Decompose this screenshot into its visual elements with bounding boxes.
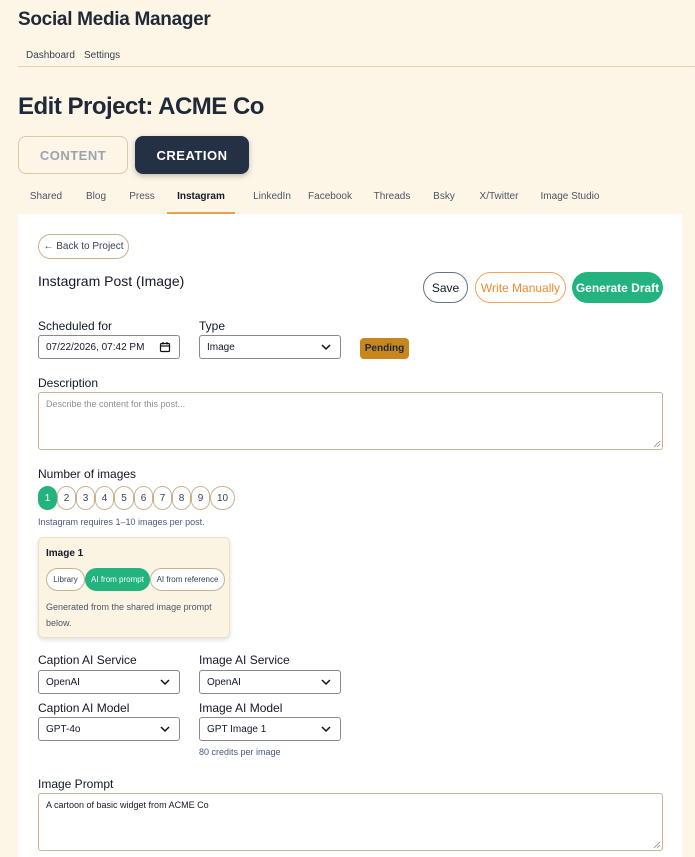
write-manually-button[interactable]: Write Manually [475, 272, 566, 303]
scheduled-label: Scheduled for [38, 319, 113, 333]
mode-creation-button[interactable]: CREATION [135, 136, 249, 174]
image-count-3[interactable]: 3 [76, 486, 95, 510]
caption-service-label: Caption AI Service [38, 653, 137, 667]
tab-facebook[interactable]: Facebook [305, 185, 355, 214]
caption-service-select[interactable]: OpenAI [38, 670, 180, 694]
chevron-down-icon [321, 726, 331, 733]
image-count-10[interactable]: 10 [210, 486, 235, 510]
post-title: Instagram Post (Image) [38, 273, 185, 289]
image-count-2[interactable]: 2 [57, 486, 76, 510]
chevron-down-icon [321, 679, 331, 686]
description-placeholder: Describe the content for this post... [46, 399, 186, 409]
nav-dashboard[interactable]: Dashboard [26, 50, 75, 61]
image-card: Image 1 Library AI from prompt AI from r… [38, 537, 230, 638]
image-count-8[interactable]: 8 [172, 486, 191, 510]
image-service-select[interactable]: OpenAI [199, 670, 341, 694]
source-ai-prompt-button[interactable]: AI from prompt [85, 568, 150, 591]
image-count-9[interactable]: 9 [191, 486, 210, 510]
tab-shared[interactable]: Shared [18, 185, 74, 214]
resize-handle-icon[interactable] [653, 841, 661, 849]
platform-tabs: Shared Blog Press Instagram LinkedIn Fac… [18, 185, 678, 214]
description-textarea[interactable]: Describe the content for this post... [38, 392, 663, 450]
tab-linkedin[interactable]: LinkedIn [243, 185, 301, 214]
image-count-6[interactable]: 6 [134, 486, 153, 510]
image-count-5[interactable]: 5 [114, 486, 134, 510]
chevron-down-icon [160, 726, 170, 733]
caption-model-label: Caption AI Model [38, 701, 130, 715]
calendar-icon[interactable] [159, 341, 171, 353]
image-model-select[interactable]: GPT Image 1 [199, 717, 341, 741]
tab-threads[interactable]: Threads [370, 185, 414, 214]
top-nav: Dashboard Settings [18, 45, 695, 67]
chevron-down-icon [321, 344, 331, 351]
tab-press[interactable]: Press [122, 185, 162, 214]
page-title: Edit Project: ACME Co [18, 93, 264, 120]
tab-instagram[interactable]: Instagram [167, 185, 235, 214]
status-badge: Pending [360, 338, 409, 359]
caption-model-select[interactable]: GPT-4o [38, 717, 180, 741]
nav-settings[interactable]: Settings [84, 50, 120, 61]
image-service-value: OpenAI [207, 676, 241, 688]
image-model-hint: 80 credits per image [199, 747, 281, 757]
app-title: Social Media Manager [18, 9, 211, 30]
scheduled-datetime-input[interactable]: 07/22/2026, 07:42 PM [38, 335, 180, 359]
back-to-project-button[interactable]: ← Back to Project [38, 234, 129, 259]
image-prompt-textarea[interactable]: A cartoon of basic widget from ACME Co [38, 793, 663, 851]
description-label: Description [38, 376, 99, 390]
image-count-4[interactable]: 4 [95, 486, 114, 510]
image-model-value: GPT Image 1 [207, 723, 267, 735]
image-card-note: Generated from the shared image prompt b… [46, 602, 212, 628]
image-count-7[interactable]: 7 [153, 486, 172, 510]
image-service-label: Image AI Service [199, 653, 290, 667]
caption-service-value: OpenAI [46, 676, 80, 688]
tab-blog[interactable]: Blog [77, 185, 115, 214]
image-prompt-label: Image Prompt [38, 777, 114, 791]
caption-model-value: GPT-4o [46, 723, 81, 735]
save-button[interactable]: Save [423, 272, 468, 303]
type-select[interactable]: Image [199, 335, 341, 359]
image-prompt-value: A cartoon of basic widget from ACME Co [46, 800, 209, 810]
editor-panel [18, 214, 682, 857]
image-count-1[interactable]: 1 [38, 486, 57, 510]
tab-x-twitter[interactable]: X/Twitter [474, 185, 524, 214]
num-images-hint: Instagram requires 1–10 images per post. [38, 517, 205, 527]
tab-bsky[interactable]: Bsky [430, 185, 458, 214]
type-label: Type [199, 319, 226, 333]
mode-content-button[interactable]: CONTENT [18, 136, 128, 174]
tab-image-studio[interactable]: Image Studio [539, 185, 601, 214]
source-ai-reference-button[interactable]: AI from reference [150, 568, 225, 591]
image-card-title: Image 1 [46, 548, 84, 559]
scheduled-value: 07/22/2026, 07:42 PM [46, 341, 145, 353]
resize-handle-icon[interactable] [653, 440, 661, 448]
num-images-label: Number of images [38, 467, 137, 481]
type-value: Image [207, 341, 235, 353]
chevron-down-icon [160, 679, 170, 686]
generate-draft-button[interactable]: Generate Draft [572, 272, 663, 303]
image-model-label: Image AI Model [199, 701, 283, 715]
source-library-button[interactable]: Library [46, 568, 85, 591]
